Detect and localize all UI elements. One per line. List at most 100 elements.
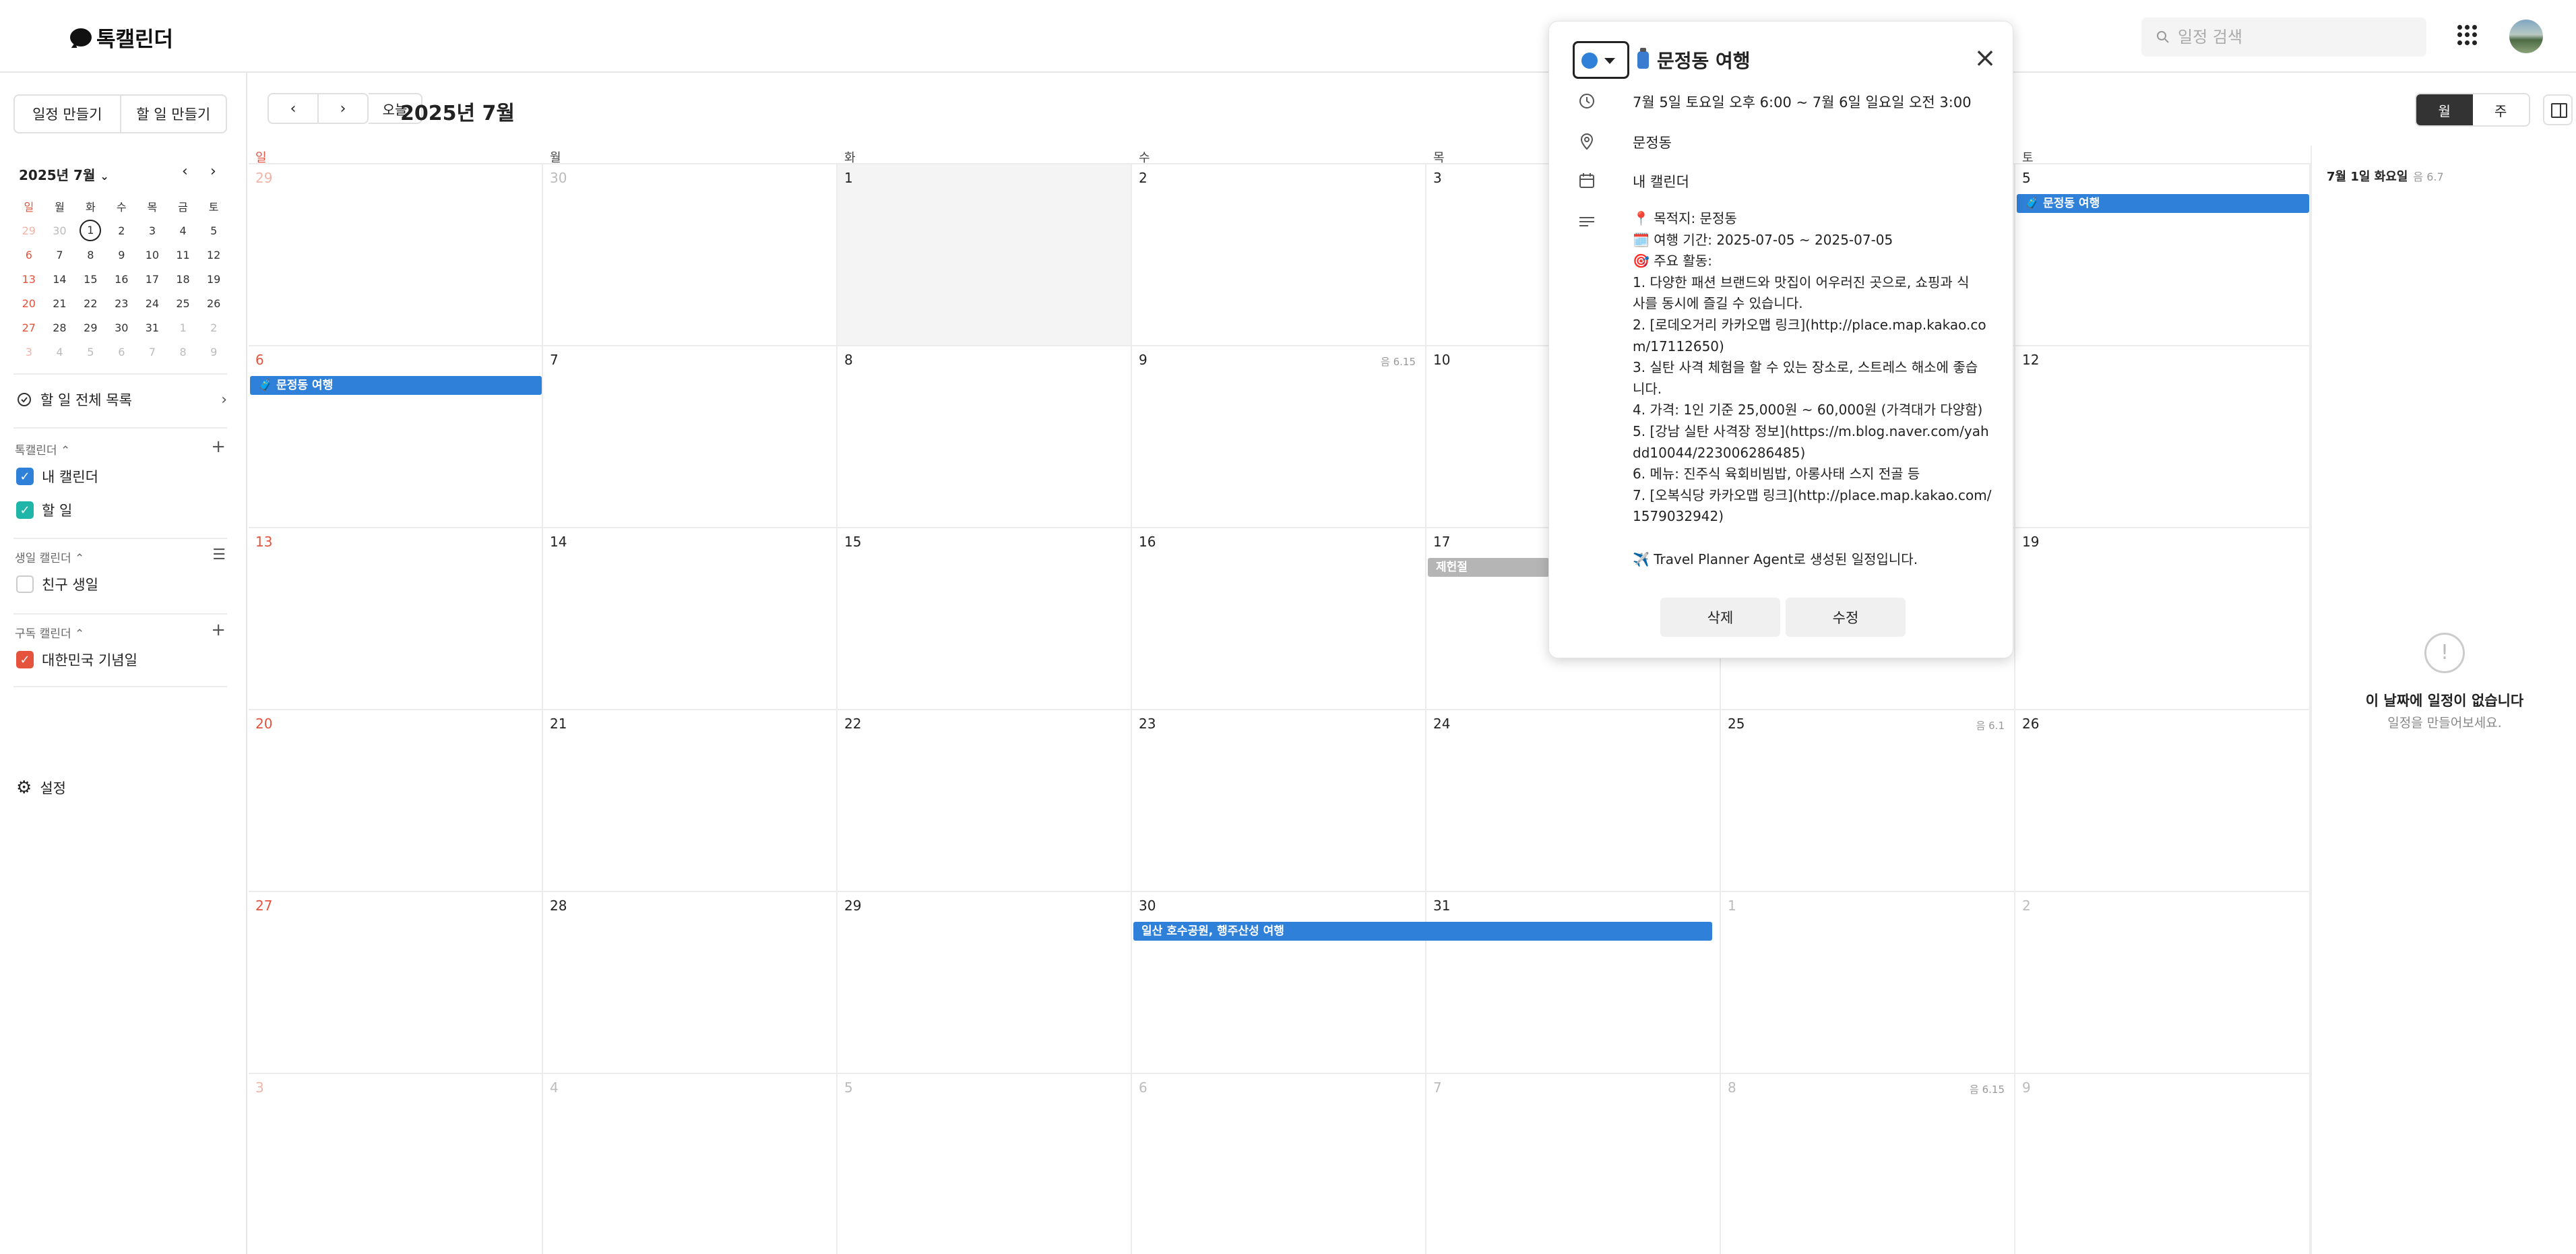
day-cell[interactable]: 14 <box>543 527 838 709</box>
mini-day[interactable]: 13 <box>13 267 44 291</box>
calendar-item-my[interactable]: ✓ 내 캘린더 <box>16 466 98 487</box>
calendar-item-holidays[interactable]: ✓ 대한민국 기념일 <box>16 650 137 670</box>
mini-day[interactable]: 6 <box>106 340 137 364</box>
mini-day[interactable]: 3 <box>13 340 44 364</box>
mini-day[interactable]: 10 <box>137 243 168 267</box>
day-cell[interactable]: 29 <box>249 163 543 345</box>
next-month-button[interactable]: › <box>317 94 367 123</box>
prev-month-button[interactable]: ‹ <box>269 94 317 123</box>
talk-calendar-section[interactable]: 톡캘린더 ⌃ + <box>15 437 226 458</box>
close-icon[interactable]: × <box>1972 44 1999 73</box>
day-cell[interactable]: 25 음 6.1 <box>1721 709 2015 891</box>
mini-day[interactable]: 29 <box>13 218 44 243</box>
profile-avatar[interactable] <box>2509 20 2543 53</box>
mini-day[interactable]: 7 <box>137 340 168 364</box>
day-cell[interactable]: 4 <box>543 1073 838 1254</box>
settings-link[interactable]: ⚙ 설정 <box>16 778 66 798</box>
mini-day[interactable]: 30 <box>44 218 75 243</box>
calendar-item-todo[interactable]: ✓ 할 일 <box>16 500 72 520</box>
mini-month-select[interactable]: 2025년 7월 ⌄ <box>19 164 109 184</box>
mini-day[interactable]: 23 <box>106 291 137 315</box>
subscribed-section[interactable]: 구독 캘린더 ⌃ + <box>15 620 226 641</box>
day-cell[interactable]: 12 <box>2015 345 2311 527</box>
mini-day[interactable]: 2 <box>106 218 137 243</box>
day-cell[interactable]: 5 <box>838 1073 1132 1254</box>
mini-day[interactable]: 8 <box>75 243 106 267</box>
day-cell[interactable]: 9 <box>2015 1073 2311 1254</box>
view-week-button[interactable]: 주 <box>2473 94 2530 125</box>
mini-day[interactable]: 24 <box>137 291 168 315</box>
mini-day[interactable]: 11 <box>168 243 199 267</box>
mini-day[interactable]: 21 <box>44 291 75 315</box>
mini-day[interactable]: 15 <box>75 267 106 291</box>
mini-day[interactable]: 2 <box>198 315 229 340</box>
mini-day[interactable]: 3 <box>137 218 168 243</box>
day-cell[interactable]: 7 <box>1426 1073 1721 1254</box>
mini-day[interactable]: 27 <box>13 315 44 340</box>
mini-prev-icon[interactable]: ‹ <box>182 163 188 180</box>
day-cell[interactable]: 30 <box>543 163 838 345</box>
day-cell[interactable]: 3 <box>249 1073 543 1254</box>
event-bar[interactable]: 🧳 문정동 여행 <box>250 376 542 395</box>
create-todo-button[interactable]: 할 일 만들기 <box>119 96 226 132</box>
event-bar[interactable]: 일산 호수공원, 행주산성 여행 <box>1133 922 1712 941</box>
mini-day[interactable]: 18 <box>168 267 199 291</box>
day-cell[interactable]: 30 <box>1132 891 1426 1073</box>
day-cell[interactable]: 2 <box>1132 163 1426 345</box>
search-box[interactable] <box>2141 18 2426 57</box>
mini-day[interactable]: 6 <box>13 243 44 267</box>
mini-day[interactable]: 19 <box>198 267 229 291</box>
day-cell[interactable]: 2 <box>2015 891 2311 1073</box>
mini-day[interactable]: 20 <box>13 291 44 315</box>
apps-grid-icon[interactable] <box>2457 25 2478 45</box>
list-icon[interactable]: ☰ <box>212 546 226 563</box>
add-calendar-icon[interactable]: + <box>211 437 226 457</box>
calendar-item-birthday[interactable]: 친구 생일 <box>16 574 98 594</box>
checkbox-checked-icon[interactable]: ✓ <box>16 468 34 485</box>
holiday-bar[interactable]: 제헌절 <box>1428 558 1549 577</box>
todo-all-link[interactable]: 할 일 전체 목록 › <box>16 389 227 410</box>
day-cell[interactable]: 24 <box>1426 709 1721 891</box>
edit-button[interactable]: 수정 <box>1786 598 1906 637</box>
day-cell[interactable]: 16 <box>1132 527 1426 709</box>
day-cell[interactable]: 28 <box>543 891 838 1073</box>
search-input[interactable] <box>2178 28 2407 46</box>
mini-day[interactable]: 4 <box>168 218 199 243</box>
mini-day[interactable]: 1 <box>168 315 199 340</box>
day-cell[interactable]: 6 <box>249 345 543 527</box>
day-cell[interactable]: 1 <box>1721 891 2015 1073</box>
day-cell[interactable]: 20 <box>249 709 543 891</box>
mini-day[interactable]: 8 <box>168 340 199 364</box>
mini-day[interactable]: 28 <box>44 315 75 340</box>
day-cell[interactable]: 26 <box>2015 709 2311 891</box>
day-cell[interactable]: 9 음 6.15 <box>1132 345 1426 527</box>
side-panel-toggle-icon[interactable] <box>2543 94 2573 125</box>
day-cell[interactable]: 13 <box>249 527 543 709</box>
mini-day[interactable]: 30 <box>106 315 137 340</box>
day-cell[interactable]: 29 <box>838 891 1132 1073</box>
day-cell[interactable]: 27 <box>249 891 543 1073</box>
create-event-button[interactable]: 일정 만들기 <box>15 96 120 132</box>
day-cell-selected[interactable]: 1 <box>838 163 1132 345</box>
checkbox-checked-icon[interactable]: ✓ <box>16 501 34 519</box>
day-cell[interactable]: 5 <box>2015 163 2311 345</box>
day-cell[interactable]: 21 <box>543 709 838 891</box>
event-bar[interactable]: 🧳 문정동 여행 <box>2017 194 2309 213</box>
app-logo[interactable]: 톡캘린더 <box>70 22 173 53</box>
mini-day[interactable]: 16 <box>106 267 137 291</box>
mini-day[interactable]: 7 <box>44 243 75 267</box>
day-cell[interactable]: 8 음 6.15 <box>1721 1073 2015 1254</box>
mini-next-icon[interactable]: › <box>210 163 216 180</box>
day-cell[interactable]: 7 <box>543 345 838 527</box>
mini-day[interactable]: 31 <box>137 315 168 340</box>
delete-button[interactable]: 삭제 <box>1660 598 1780 637</box>
day-cell[interactable]: 15 <box>838 527 1132 709</box>
mini-day[interactable]: 5 <box>198 218 229 243</box>
day-cell[interactable]: 6 <box>1132 1073 1426 1254</box>
mini-day[interactable]: 17 <box>137 267 168 291</box>
mini-day[interactable]: 12 <box>198 243 229 267</box>
day-cell[interactable]: 8 <box>838 345 1132 527</box>
mini-day[interactable]: 9 <box>106 243 137 267</box>
mini-day-today[interactable]: 1 <box>75 218 106 243</box>
add-subscription-icon[interactable]: + <box>211 620 226 640</box>
